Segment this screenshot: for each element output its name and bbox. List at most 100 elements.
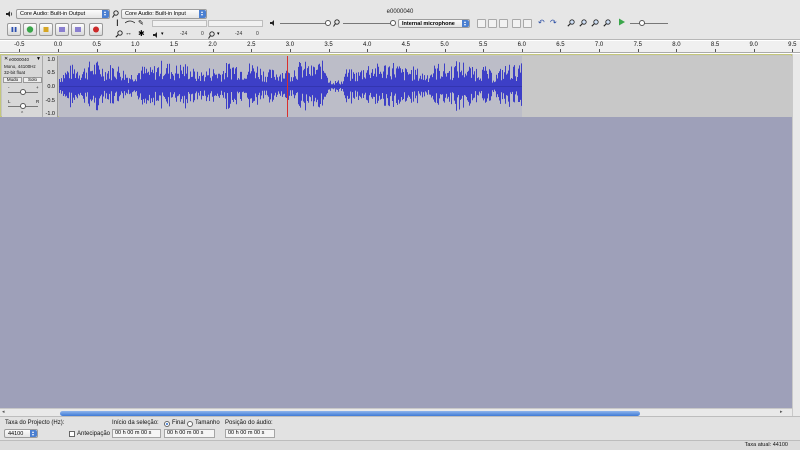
- multi-tool-icon[interactable]: ✱: [138, 29, 145, 38]
- ruler-tick-label: 3.5: [324, 42, 333, 48]
- vertical-scrollbar[interactable]: [792, 54, 800, 416]
- amplitude-scale: 1.0 0.5 0.0 -0.5 -1.0: [43, 56, 58, 117]
- stop-button[interactable]: [39, 23, 53, 36]
- chevron-down-icon[interactable]: ▾: [161, 31, 164, 37]
- play-at-speed-icon[interactable]: [618, 18, 626, 28]
- gain-knob[interactable]: [20, 89, 26, 95]
- undo-icon[interactable]: ↶: [538, 18, 545, 27]
- chevron-updown-icon: [102, 10, 109, 18]
- input-device-value: Core Audio: Built-in Input: [125, 11, 186, 17]
- selection-tool-icon[interactable]: I: [116, 19, 119, 29]
- ruler-tick: [367, 49, 369, 52]
- ruler-tick: [676, 49, 678, 52]
- play-button[interactable]: [23, 23, 37, 36]
- ruler-tick-label: 9.5: [788, 42, 797, 48]
- zoom-tool-icon[interactable]: [115, 30, 123, 40]
- playback-volume-slider[interactable]: [280, 23, 330, 24]
- speaker-icon: [270, 20, 277, 28]
- ruler-tick-label: 2.5: [247, 42, 256, 48]
- ruler-tick: [521, 49, 523, 52]
- playback-speed-knob[interactable]: [639, 20, 645, 26]
- selection-start-time[interactable]: 00 h 00 m 00 s: [112, 429, 161, 438]
- time-shift-tool-icon[interactable]: ↔: [125, 30, 132, 37]
- fit-selection-icon[interactable]: [591, 19, 599, 29]
- record-volume-knob[interactable]: [390, 20, 396, 26]
- playback-speed-slider[interactable]: [630, 23, 668, 24]
- waveform: [59, 60, 522, 111]
- end-radio[interactable]: [164, 421, 170, 427]
- ruler-tick: [753, 49, 755, 52]
- envelope-tool-icon[interactable]: [124, 20, 136, 28]
- audio-track[interactable]: ✕ e0000040 ▼ Mono, 44100Hz 32-bit float …: [0, 54, 792, 117]
- input-device-select[interactable]: Core Audio: Built-in Input: [121, 9, 207, 19]
- amplitude-tick: 1.0: [47, 57, 55, 63]
- silence-button[interactable]: [523, 19, 532, 28]
- chevron-updown-icon: [199, 10, 206, 18]
- audio-position-time[interactable]: 00 h 00 m 00 s: [225, 429, 275, 438]
- amplitude-tick: -0.5: [45, 98, 55, 104]
- selection-toolbar: Taxa do Projecto (Hz): 44100 Antecipação…: [0, 416, 800, 440]
- microphone-icon: [333, 19, 340, 29]
- timeline-ruler[interactable]: -0.5 0.0 0.5 1.0 1.5 2.0 2.5 3.0 3.5 4.0 4.5 5.0 5.5…: [0, 41, 800, 53]
- record-button[interactable]: [89, 23, 103, 36]
- paste-button[interactable]: [499, 19, 508, 28]
- fit-project-icon[interactable]: [603, 19, 611, 29]
- window-title: e0000040: [386, 9, 414, 15]
- pan-knob[interactable]: [20, 103, 26, 109]
- ruler-tick: [599, 49, 601, 52]
- chevron-down-icon[interactable]: ▾: [217, 31, 220, 37]
- playback-meter-min: -24: [180, 31, 188, 37]
- ruler-tick: [96, 49, 98, 52]
- record-meter: [208, 20, 263, 27]
- collapse-track-icon[interactable]: ⌃: [20, 111, 24, 117]
- end-radio-label: Final: [172, 420, 186, 426]
- close-icon[interactable]: ✕: [4, 56, 8, 62]
- output-device-select[interactable]: Core Audio: Built-in Output: [16, 9, 110, 19]
- output-device-value: Core Audio: Built-in Output: [20, 11, 86, 17]
- ruler-tick: [483, 49, 485, 52]
- pause-button[interactable]: [7, 23, 21, 36]
- ruler-tick-label: 2.0: [208, 42, 217, 48]
- project-rate-select[interactable]: 44100: [4, 429, 38, 438]
- scroll-left-icon[interactable]: ◂: [2, 409, 5, 415]
- zoom-in-icon[interactable]: [567, 19, 575, 29]
- playback-volume-knob[interactable]: [325, 20, 331, 26]
- ruler-tick-label: 0.0: [53, 42, 63, 48]
- ruler-tick: [58, 49, 59, 52]
- copy-button[interactable]: [488, 19, 497, 28]
- ruler-tick-label: 7.5: [633, 42, 642, 48]
- selection-end-time[interactable]: 00 h 00 m 00 s: [164, 429, 215, 438]
- length-radio[interactable]: [187, 421, 193, 427]
- scroll-right-icon[interactable]: ▸: [780, 409, 783, 415]
- ruler-tick: [289, 49, 291, 52]
- track-menu-icon[interactable]: ▼: [36, 56, 41, 62]
- track-bitdepth: 32-bit float: [4, 70, 26, 75]
- snap-checkbox[interactable]: [69, 431, 75, 437]
- mute-button[interactable]: Mudo: [3, 77, 22, 83]
- skip-to-end-button[interactable]: [71, 23, 85, 36]
- ruler-tick: [560, 49, 562, 52]
- trim-button[interactable]: [512, 19, 521, 28]
- solo-button[interactable]: Solo: [23, 77, 42, 83]
- amplitude-tick: 0.0: [47, 84, 55, 90]
- waveform-path: [59, 60, 522, 111]
- zoom-out-icon[interactable]: [579, 19, 587, 29]
- horizontal-scrollbar[interactable]: ◂ ▸: [0, 408, 792, 416]
- record-volume-slider[interactable]: [343, 23, 395, 24]
- ruler-tick-label: 5.0: [440, 42, 449, 48]
- playhead-cursor: [287, 56, 289, 117]
- skip-to-start-button[interactable]: [55, 23, 69, 36]
- status-bar: Taxa atual: 44100: [0, 440, 800, 450]
- ruler-tick-label: 6.5: [556, 42, 565, 48]
- cut-button[interactable]: [477, 19, 486, 28]
- recording-source-select[interactable]: Internal microphone: [398, 19, 470, 28]
- waveform-clip[interactable]: [59, 56, 522, 117]
- ruler-tick-label: 7.0: [594, 42, 604, 48]
- speaker-icon: [6, 11, 13, 19]
- draw-tool-icon[interactable]: ✎: [138, 19, 144, 27]
- track-name[interactable]: e0000040: [9, 57, 29, 62]
- ruler-tick-label: 0.5: [92, 42, 101, 48]
- empty-track-region[interactable]: [522, 56, 792, 117]
- actual-rate-status: Taxa atual: 44100: [744, 442, 788, 448]
- redo-icon[interactable]: ↷: [550, 18, 557, 27]
